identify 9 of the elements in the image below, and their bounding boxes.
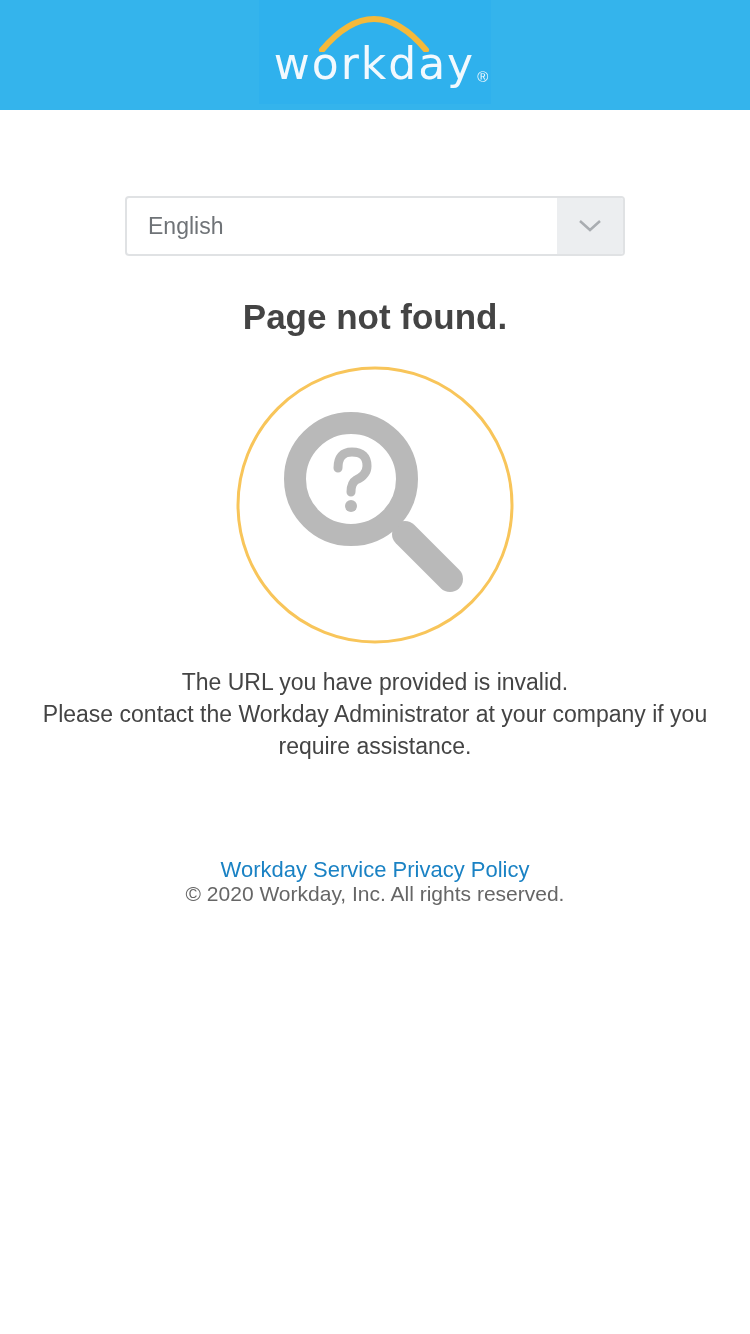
registered-mark: ® — [477, 68, 489, 86]
copyright-text: © 2020 Workday, Inc. All rights reserved. — [185, 882, 565, 906]
logo-text: workday — [273, 40, 476, 88]
privacy-policy-link[interactable]: Workday Service Privacy Policy — [220, 858, 530, 882]
language-select[interactable]: English — [125, 196, 625, 256]
message-text: The URL you have provided is invalid. — [180, 668, 570, 697]
page-heading: Page not found. — [242, 296, 508, 338]
chevron-down-icon — [578, 219, 602, 233]
message-text: Please contact the Workday Administrator at your company if you require assistance. — [41, 700, 709, 761]
